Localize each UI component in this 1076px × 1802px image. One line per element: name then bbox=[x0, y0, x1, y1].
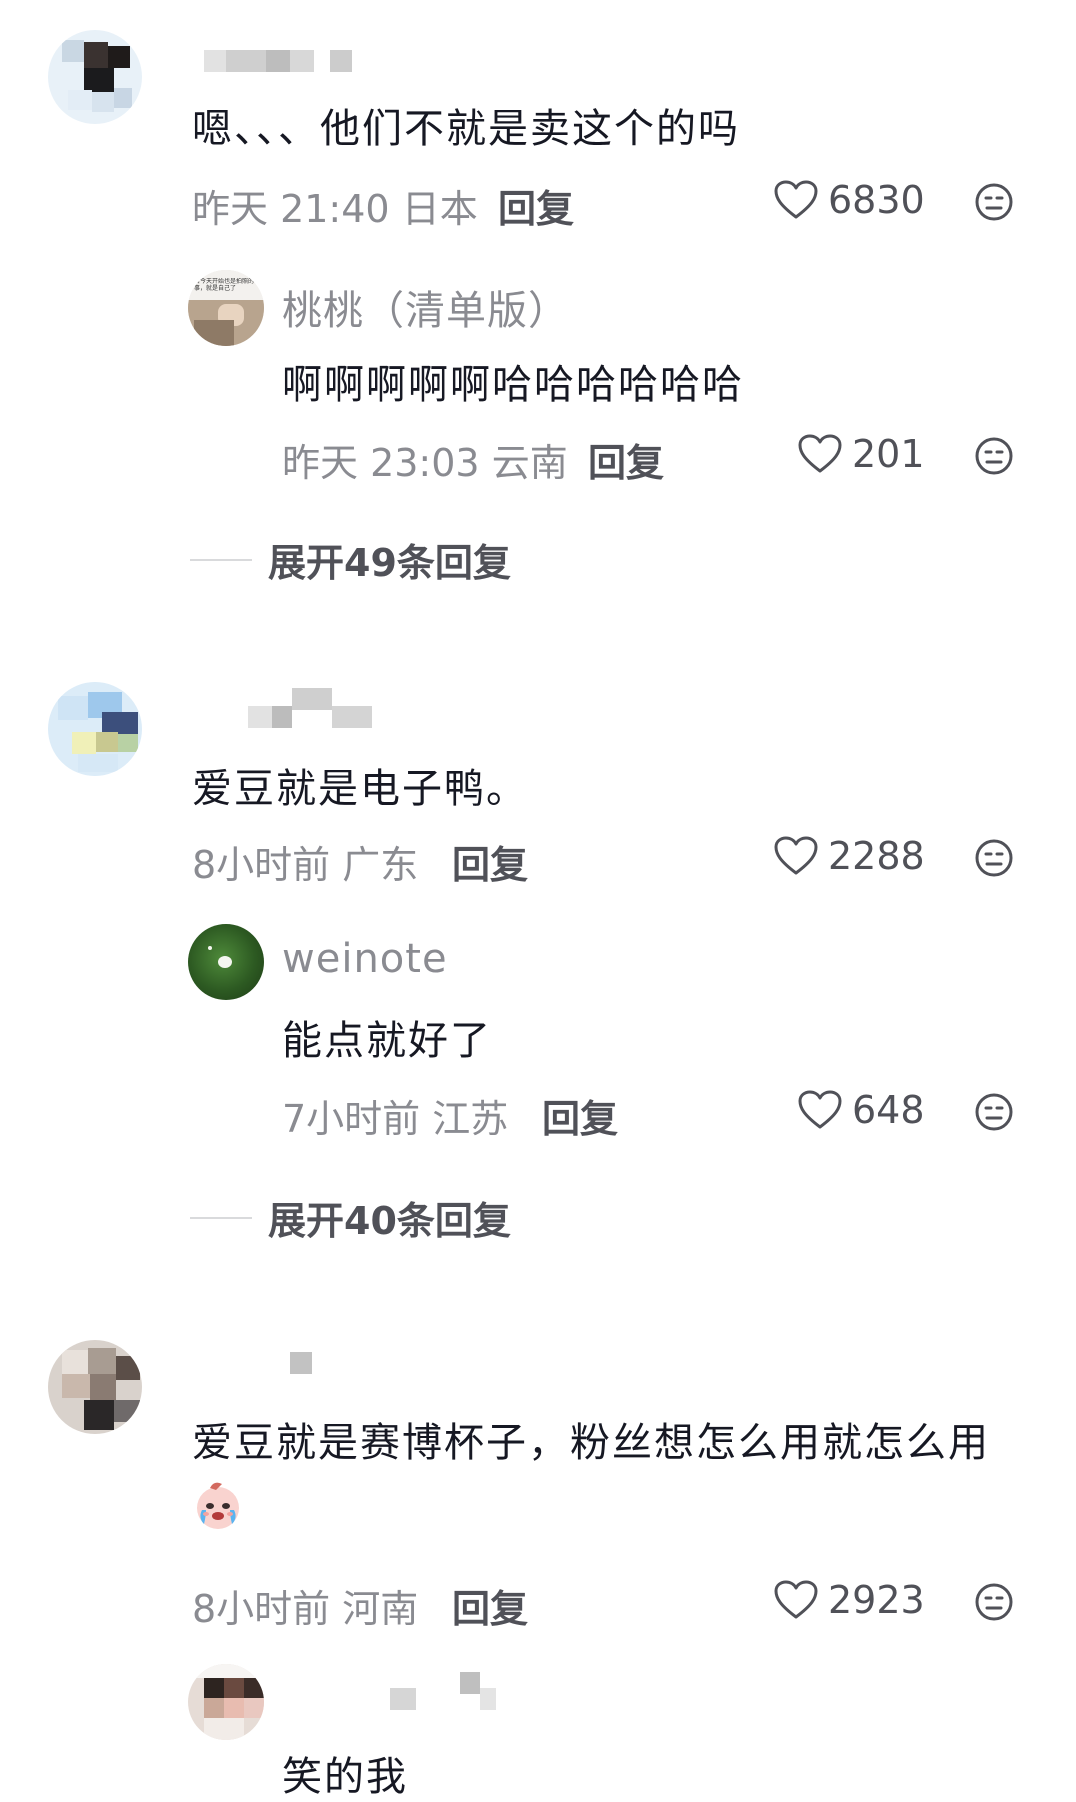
heart-outline-icon bbox=[774, 180, 818, 219]
reply-button[interactable]: 回复 bbox=[498, 178, 574, 233]
reply-time: 昨天 23:03 bbox=[282, 441, 480, 485]
like-count: 2288 bbox=[828, 834, 925, 878]
expand-replies-button[interactable]: 展开40条回复 bbox=[190, 1190, 511, 1245]
reply-text[interactable]: 能点就好了 bbox=[282, 1008, 492, 1066]
comment-time-location: 8小时前 河南 bbox=[192, 1578, 418, 1633]
comment-text[interactable]: 爱豆就是赛博杯子，粉丝想怎么用就怎么用 bbox=[192, 1410, 990, 1468]
commenter-avatar[interactable] bbox=[48, 30, 142, 124]
divider bbox=[190, 558, 252, 561]
comment-time: 8小时前 bbox=[192, 1587, 331, 1631]
heart-outline-icon bbox=[774, 836, 818, 875]
heart-outline-icon bbox=[774, 1580, 818, 1619]
like-button[interactable]: 2288 bbox=[774, 834, 925, 878]
expand-replies-label: 展开49条回复 bbox=[268, 541, 511, 585]
expand-replies-button[interactable]: 展开49条回复 bbox=[190, 532, 511, 587]
commenter-avatar[interactable] bbox=[48, 682, 142, 776]
like-button[interactable]: 201 bbox=[798, 432, 925, 476]
reply-username[interactable]: 桃桃（清单版） bbox=[282, 278, 569, 336]
avatar-caption: 自今天开始也是拍照的事，就是自己了 bbox=[194, 278, 255, 292]
comment-location: 广东 bbox=[342, 843, 419, 887]
reply-location: 江苏 bbox=[432, 1097, 509, 1141]
reply-button[interactable]: 回复 bbox=[452, 1578, 528, 1633]
comment-time: 昨天 21:40 bbox=[192, 187, 390, 231]
reply-username-redacted[interactable] bbox=[390, 1672, 500, 1710]
comment-location: 河南 bbox=[342, 1587, 419, 1631]
heart-outline-icon bbox=[798, 434, 842, 473]
meh-face-icon[interactable] bbox=[974, 1092, 1014, 1132]
reply-text[interactable]: 笑的我 bbox=[282, 1744, 408, 1802]
like-count: 2923 bbox=[828, 1578, 925, 1622]
username-redacted[interactable] bbox=[248, 688, 378, 728]
reply-avatar[interactable]: 自今天开始也是拍照的事，就是自己了 bbox=[188, 270, 264, 346]
meh-face-icon[interactable] bbox=[974, 838, 1014, 878]
commenter-avatar[interactable] bbox=[48, 1340, 142, 1434]
reply-button[interactable]: 回复 bbox=[542, 1088, 618, 1143]
reply-time: 7小时前 bbox=[282, 1097, 421, 1141]
username-redacted[interactable] bbox=[278, 1352, 318, 1374]
divider bbox=[190, 1216, 252, 1219]
reply-button[interactable]: 回复 bbox=[452, 834, 528, 889]
comment-time: 8小时前 bbox=[192, 843, 331, 887]
reply-time-location: 昨天 23:03 云南 bbox=[282, 432, 568, 487]
comment-text[interactable]: 爱豆就是电子鸭。 bbox=[192, 756, 528, 814]
reply-location: 云南 bbox=[491, 441, 568, 485]
like-count: 6830 bbox=[828, 178, 925, 222]
comment-time-location: 昨天 21:40 日本 bbox=[192, 178, 478, 233]
meh-face-icon[interactable] bbox=[974, 1582, 1014, 1622]
heart-outline-icon bbox=[798, 1090, 842, 1129]
username-redacted[interactable] bbox=[204, 50, 364, 72]
meh-face-icon[interactable] bbox=[974, 436, 1014, 476]
comment-text[interactable]: 嗯、、、他们不就是卖这个的吗 bbox=[192, 96, 740, 154]
crying-baby-emoji bbox=[197, 1482, 239, 1529]
like-count: 201 bbox=[852, 432, 925, 476]
reply-avatar[interactable] bbox=[188, 1664, 264, 1740]
like-button[interactable]: 2923 bbox=[774, 1578, 925, 1622]
comment-location: 日本 bbox=[401, 187, 478, 231]
meh-face-icon[interactable] bbox=[974, 182, 1014, 222]
reply-button[interactable]: 回复 bbox=[588, 432, 664, 487]
like-count: 648 bbox=[852, 1088, 925, 1132]
like-button[interactable]: 6830 bbox=[774, 178, 925, 222]
comment-time-location: 8小时前 广东 bbox=[192, 834, 418, 889]
reply-username[interactable]: weinote bbox=[282, 936, 448, 982]
reply-text[interactable]: 啊啊啊啊啊哈哈哈哈哈哈 bbox=[282, 352, 744, 410]
reply-time-location: 7小时前 江苏 bbox=[282, 1088, 508, 1143]
like-button[interactable]: 648 bbox=[798, 1088, 925, 1132]
expand-replies-label: 展开40条回复 bbox=[268, 1199, 511, 1243]
reply-avatar[interactable] bbox=[188, 924, 264, 1000]
